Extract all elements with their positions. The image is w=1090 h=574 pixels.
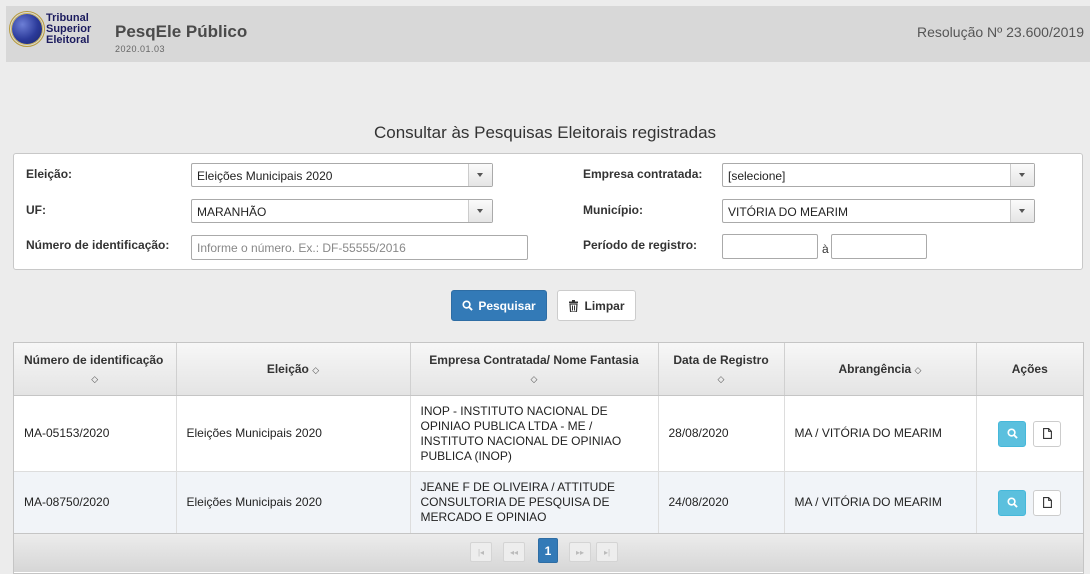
periodo-between: à <box>822 242 829 256</box>
tse-logo-text: Tribunal Superior Eleitoral <box>46 13 91 46</box>
eleicao-value: Eleições Municipais 2020 <box>197 169 333 183</box>
filter-panel: Eleição: Eleições Municipais 2020 UF: MA… <box>13 153 1083 270</box>
search-button-label: Pesquisar <box>478 298 536 313</box>
sort-icon: ◇ <box>717 374 725 384</box>
document-button[interactable] <box>1033 489 1062 516</box>
cell-acoes <box>976 395 1083 472</box>
results-grid: Número de identificação ◇ Eleição ◇ Empr… <box>13 342 1084 574</box>
search-icon <box>1007 497 1018 508</box>
column-empresa-label: Empresa Contratada/ Nome Fantasia <box>429 353 639 367</box>
clear-button-label: Limpar <box>584 298 625 313</box>
municipio-value: VITÓRIA DO MEARIM <box>728 205 849 219</box>
chevron-down-icon[interactable] <box>468 200 492 222</box>
prev-page-icon[interactable]: ◂◂ <box>503 542 525 562</box>
app-header: Tribunal Superior Eleitoral PesqEle Públ… <box>6 6 1090 62</box>
column-empresa[interactable]: Empresa Contratada/ Nome Fantasia ◇ <box>410 343 659 396</box>
cell-numero: MA-08750/2020 <box>14 471 177 534</box>
cell-empresa: INOP - INSTITUTO NACIONAL DE OPINIAO PUB… <box>410 395 659 472</box>
last-page-icon[interactable]: ▸| <box>596 542 618 562</box>
cell-numero: MA-05153/2020 <box>14 395 177 472</box>
table-row[interactable]: MA-05153/2020 Eleições Municipais 2020 I… <box>14 395 1083 472</box>
view-button[interactable] <box>998 489 1027 516</box>
uf-value: MARANHÃO <box>197 205 267 219</box>
chevron-down-icon[interactable] <box>1010 200 1034 222</box>
periodo-label: Período de registro: <box>583 238 698 252</box>
sort-icon: ◇ <box>530 374 538 384</box>
column-numero-label: Número de identificação <box>24 353 164 367</box>
periodo-start-input[interactable] <box>722 234 818 259</box>
chevron-down-icon[interactable] <box>1010 164 1034 186</box>
municipio-label: Município: <box>583 203 643 217</box>
document-button[interactable] <box>1033 420 1062 447</box>
search-icon <box>462 300 474 311</box>
eleicao-label: Eleição: <box>26 167 73 181</box>
column-acoes: Ações <box>976 343 1083 396</box>
uf-label: UF: <box>26 203 46 217</box>
page-title: Consultar às Pesquisas Eleitorais regist… <box>373 123 717 142</box>
column-data-label: Data de Registro <box>673 353 769 367</box>
search-icon <box>1007 428 1018 439</box>
cell-abrangencia: MA / VITÓRIA DO MEARIM <box>784 471 977 534</box>
cell-data: 24/08/2020 <box>658 471 785 534</box>
app-title: PesqEle Público <box>115 22 248 41</box>
column-eleicao-label: Eleição <box>266 362 309 376</box>
pagination-bar: |◂ ◂◂ 1 ▸▸ ▸| <box>14 533 1083 572</box>
app-version: 2020.01.03 <box>115 44 166 54</box>
first-page-icon[interactable]: |◂ <box>470 542 492 562</box>
logo-line-3: Eleitoral <box>46 34 90 46</box>
numero-label: Número de identificação: <box>26 238 170 252</box>
column-eleicao[interactable]: Eleição ◇ <box>176 343 411 396</box>
results-table: Número de identificação ◇ Eleição ◇ Empr… <box>14 343 1083 534</box>
tse-globe-icon <box>12 14 42 44</box>
chevron-down-icon[interactable] <box>468 164 492 186</box>
cell-acoes <box>976 471 1083 534</box>
next-page-icon[interactable]: ▸▸ <box>569 542 591 562</box>
column-numero[interactable]: Número de identificação ◇ <box>14 343 177 396</box>
periodo-end-input[interactable] <box>831 234 927 259</box>
search-button[interactable]: Pesquisar <box>451 290 547 321</box>
eleicao-select[interactable]: Eleições Municipais 2020 <box>191 163 493 187</box>
document-icon <box>1042 497 1052 508</box>
column-data[interactable]: Data de Registro ◇ <box>658 343 785 396</box>
view-button[interactable] <box>998 420 1027 447</box>
sort-icon: ◇ <box>91 374 99 384</box>
numero-input[interactable] <box>191 235 528 260</box>
column-abrangencia-label: Abrangência <box>838 362 912 376</box>
trash-icon <box>569 299 579 312</box>
current-page[interactable]: 1 <box>538 538 558 563</box>
column-abrangencia[interactable]: Abrangência ◇ <box>784 343 977 396</box>
cell-eleicao: Eleições Municipais 2020 <box>176 395 411 472</box>
sort-icon: ◇ <box>312 365 320 375</box>
cell-eleicao: Eleições Municipais 2020 <box>176 471 411 534</box>
cell-empresa: JEANE F DE OLIVEIRA / ATTITUDE CONSULTOR… <box>410 471 659 534</box>
column-acoes-label: Ações <box>1011 362 1048 376</box>
table-row[interactable]: MA-08750/2020 Eleições Municipais 2020 J… <box>14 471 1083 534</box>
resolution-text: Resolução Nº 23.600/2019 <box>916 24 1084 40</box>
document-icon <box>1042 428 1052 439</box>
cell-abrangencia: MA / VITÓRIA DO MEARIM <box>784 395 977 472</box>
empresa-value: [selecione] <box>728 169 786 183</box>
empresa-label: Empresa contratada: <box>583 167 703 181</box>
cell-data: 28/08/2020 <box>658 395 785 472</box>
empresa-select[interactable]: [selecione] <box>722 163 1035 187</box>
clear-button[interactable]: Limpar <box>557 290 636 321</box>
uf-select[interactable]: MARANHÃO <box>191 199 493 223</box>
sort-icon: ◇ <box>914 365 922 375</box>
municipio-select[interactable]: VITÓRIA DO MEARIM <box>722 199 1035 223</box>
